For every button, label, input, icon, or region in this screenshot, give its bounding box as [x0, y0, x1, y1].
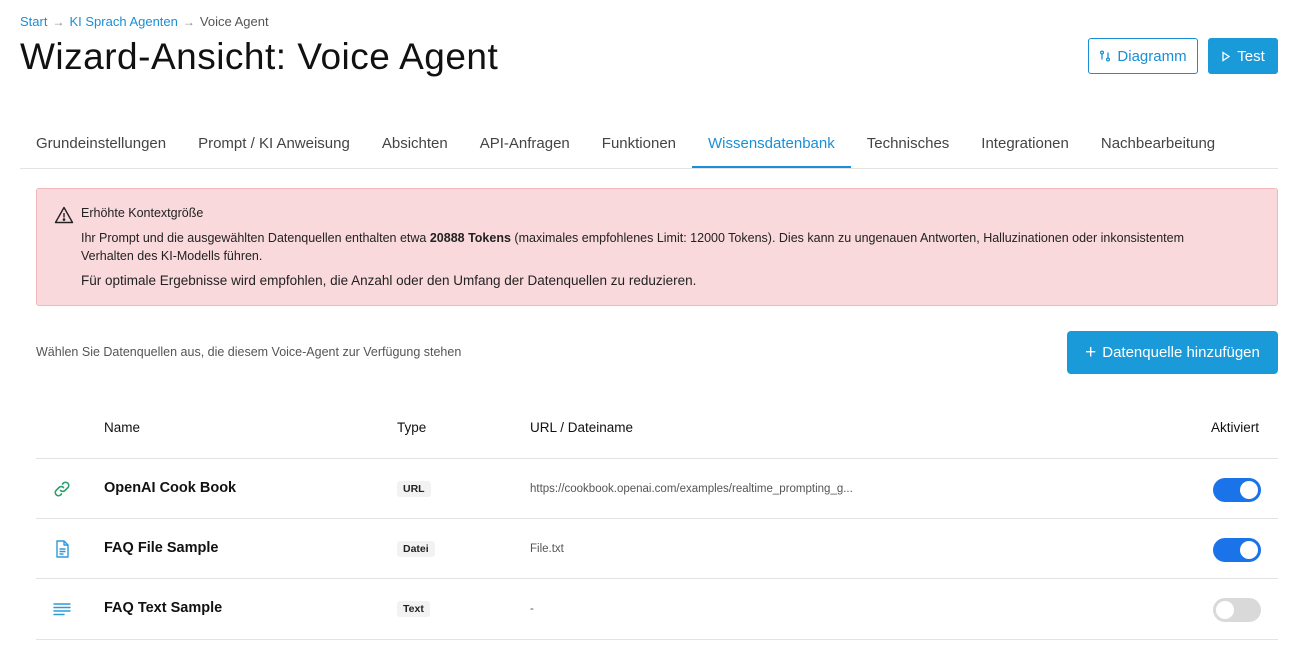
- alert-recommendation: Für optimale Ergebnisse wird empfohlen, …: [81, 273, 697, 288]
- column-header-name: Name: [104, 420, 141, 435]
- table-row: FAQ File Sample Datei File.txt: [36, 518, 1278, 579]
- breadcrumb-ki-sprach-agenten[interactable]: KI Sprach Agenten: [69, 14, 177, 29]
- enabled-toggle[interactable]: [1213, 538, 1261, 562]
- tab-prompt-ki-anweisung[interactable]: Prompt / KI Anweisung: [182, 124, 366, 168]
- row-url: https://cookbook.openai.com/examples/rea…: [530, 483, 853, 495]
- row-url: -: [530, 603, 534, 615]
- diagram-icon: [1100, 50, 1111, 62]
- alert-title: Erhöhte Kontextgröße: [81, 206, 204, 220]
- file-icon: [56, 540, 69, 558]
- tab-grundeinstellungen[interactable]: Grundeinstellungen: [20, 124, 182, 168]
- column-header-type: Type: [397, 420, 427, 435]
- link-icon: [54, 481, 70, 497]
- plus-icon: +: [1085, 342, 1097, 363]
- column-header-url: URL / Dateiname: [530, 420, 634, 435]
- type-badge: Text: [397, 601, 430, 617]
- tab-integrationen[interactable]: Integrationen: [965, 124, 1085, 168]
- context-size-alert: Erhöhte Kontextgröße Ihr Prompt und die …: [36, 188, 1278, 306]
- breadcrumb: Start → KI Sprach Agenten → Voice Agent: [20, 14, 269, 29]
- text-lines-icon: [53, 603, 71, 616]
- row-name: FAQ File Sample: [104, 540, 219, 556]
- type-badge: Datei: [397, 541, 435, 557]
- row-url: File.txt: [530, 543, 564, 555]
- test-button-label: Test: [1237, 47, 1265, 65]
- warning-icon: [54, 206, 74, 224]
- toggle-knob: [1240, 481, 1258, 499]
- add-datasource-button[interactable]: + Datenquelle hinzufügen: [1067, 331, 1278, 374]
- alert-message-prefix: Ihr Prompt und die ausgewählten Datenque…: [81, 231, 430, 245]
- test-button[interactable]: Test: [1208, 38, 1278, 74]
- enabled-toggle[interactable]: [1213, 478, 1261, 502]
- alert-token-count: 20888 Tokens: [429, 231, 511, 245]
- toggle-knob: [1240, 541, 1258, 559]
- tab-technisches[interactable]: Technisches: [851, 124, 966, 168]
- breadcrumb-current: Voice Agent: [199, 14, 269, 29]
- breadcrumb-separator: →: [52, 14, 65, 29]
- tab-nachbearbeitung[interactable]: Nachbearbeitung: [1085, 124, 1231, 168]
- tab-funktionen[interactable]: Funktionen: [586, 124, 692, 168]
- intro-text: Wählen Sie Datenquellen aus, die diesem …: [36, 345, 462, 359]
- diagram-button-label: Diagramm: [1117, 47, 1187, 65]
- table-row: FAQ Text Sample Text -: [36, 578, 1278, 640]
- tab-bar: Grundeinstellungen Prompt / KI Anweisung…: [20, 124, 1278, 169]
- row-name: OpenAI Cook Book: [104, 480, 237, 496]
- tab-wissensdatenbank[interactable]: Wissensdatenbank: [692, 124, 851, 168]
- alert-message: Ihr Prompt und die ausgewählten Datenque…: [81, 229, 1221, 265]
- play-icon: [1222, 50, 1231, 62]
- toggle-knob: [1216, 601, 1234, 619]
- row-name: FAQ Text Sample: [104, 600, 223, 616]
- add-datasource-label: Datenquelle hinzufügen: [1102, 344, 1260, 361]
- breadcrumb-separator: →: [182, 14, 195, 29]
- type-badge: URL: [397, 481, 431, 497]
- diagram-button[interactable]: Diagramm: [1088, 38, 1198, 74]
- tab-api-anfragen[interactable]: API-Anfragen: [464, 124, 586, 168]
- tab-absichten[interactable]: Absichten: [366, 124, 464, 168]
- column-header-active: Aktiviert: [1211, 420, 1260, 435]
- table-row: OpenAI Cook Book URL https://cookbook.op…: [36, 458, 1278, 519]
- enabled-toggle[interactable]: [1213, 598, 1261, 622]
- page-title: Wizard-Ansicht: Voice Agent: [20, 36, 499, 77]
- breadcrumb-start[interactable]: Start: [20, 14, 47, 29]
